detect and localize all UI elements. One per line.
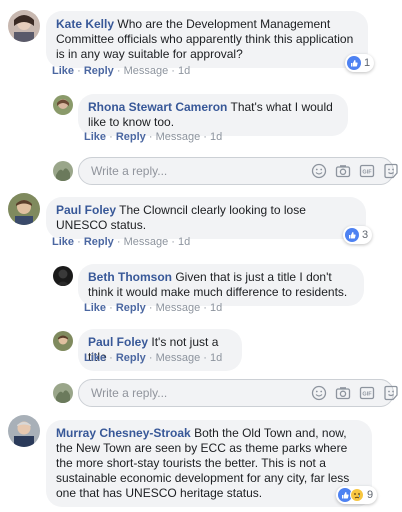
like-link[interactable]: Like — [84, 131, 106, 143]
comment-actions: Like · Reply · Message · 1d — [52, 65, 191, 77]
comment-author[interactable]: Murray Chesney-Stroak — [56, 426, 191, 440]
message-link[interactable]: Message — [156, 352, 201, 364]
profile-photo — [8, 10, 40, 42]
comment-author[interactable]: Beth Thomson — [88, 270, 172, 284]
reply-placeholder: Write a reply... — [91, 386, 168, 400]
timestamp[interactable]: 1d — [210, 131, 222, 143]
profile-photo — [53, 383, 73, 403]
sad-reaction-icon — [350, 488, 364, 502]
message-link[interactable]: Message — [124, 236, 169, 248]
message-link[interactable]: Message — [156, 131, 201, 143]
reply-link[interactable]: Reply — [84, 236, 114, 248]
reaction-number: 3 — [362, 229, 369, 241]
comment-actions: Like · Reply · Message · 1d — [52, 236, 191, 248]
comment-actions: Like · Reply · Message · 1d — [84, 131, 223, 143]
timestamp[interactable]: 1d — [178, 65, 190, 77]
message-link[interactable]: Message — [124, 65, 169, 77]
camera-icon[interactable] — [335, 385, 351, 401]
reply-bubble: Paul Foley It's not just a title — [78, 329, 242, 371]
reaction-count[interactable]: 1 — [345, 54, 375, 72]
reply-link[interactable]: Reply — [116, 302, 146, 314]
gif-icon[interactable]: GIF — [359, 163, 375, 179]
reply-placeholder: Write a reply... — [91, 164, 168, 178]
avatar[interactable] — [53, 266, 73, 286]
emoji-icon[interactable] — [311, 385, 327, 401]
like-reaction-icon — [347, 56, 361, 70]
like-link[interactable]: Like — [84, 352, 106, 364]
like-link[interactable]: Like — [52, 236, 74, 248]
avatar[interactable] — [8, 10, 40, 42]
reply-link[interactable]: Reply — [116, 352, 146, 364]
reply-link[interactable]: Reply — [84, 65, 114, 77]
reply-link[interactable]: Reply — [116, 131, 146, 143]
avatar[interactable] — [53, 95, 73, 115]
svg-text:GIF: GIF — [362, 170, 372, 176]
like-link[interactable]: Like — [52, 65, 74, 77]
comment-author[interactable]: Paul Foley — [88, 335, 148, 349]
reaction-number: 9 — [367, 489, 374, 501]
comment-bubble: Murray Chesney-Stroak Both the Old Town … — [46, 420, 372, 507]
reply-input[interactable]: Write a reply... GIF — [78, 379, 398, 407]
profile-photo — [53, 95, 73, 115]
comment-bubble: Paul Foley The Clowncil clearly looking … — [46, 197, 366, 239]
reply-bubble: Rhona Stewart Cameron That's what I woul… — [78, 94, 348, 136]
avatar[interactable] — [53, 331, 73, 351]
comment-bubble: Kate Kelly Who are the Development Manag… — [46, 11, 368, 68]
reaction-count[interactable]: 9 — [336, 486, 378, 504]
reaction-number: 1 — [364, 57, 371, 69]
reply-input[interactable]: Write a reply... GIF — [78, 157, 398, 185]
comment-actions: Like · Reply · Message · 1d — [84, 302, 223, 314]
comment-actions: Like · Reply · Message · 1d — [84, 352, 223, 364]
timestamp[interactable]: 1d — [210, 302, 222, 314]
profile-photo — [8, 415, 40, 447]
message-link[interactable]: Message — [156, 302, 201, 314]
comment-author[interactable]: Paul Foley — [56, 203, 116, 217]
profile-photo — [53, 161, 73, 181]
avatar — [53, 383, 73, 403]
reply-bubble: Beth Thomson Given that is just a title … — [78, 264, 364, 306]
profile-photo — [53, 266, 73, 286]
emoji-icon[interactable] — [311, 163, 327, 179]
comment-author[interactable]: Rhona Stewart Cameron — [88, 100, 227, 114]
like-reaction-icon — [345, 228, 359, 242]
sticker-icon[interactable] — [383, 385, 399, 401]
profile-photo — [8, 193, 40, 225]
gif-icon[interactable]: GIF — [359, 385, 375, 401]
profile-photo — [53, 331, 73, 351]
camera-icon[interactable] — [335, 163, 351, 179]
avatar[interactable] — [8, 193, 40, 225]
avatar — [53, 161, 73, 181]
like-link[interactable]: Like — [84, 302, 106, 314]
avatar[interactable] — [8, 415, 40, 447]
comment-author[interactable]: Kate Kelly — [56, 17, 114, 31]
reaction-count[interactable]: 3 — [343, 226, 373, 244]
svg-text:GIF: GIF — [362, 392, 372, 398]
timestamp[interactable]: 1d — [210, 352, 222, 364]
timestamp[interactable]: 1d — [178, 236, 190, 248]
sticker-icon[interactable] — [383, 163, 399, 179]
